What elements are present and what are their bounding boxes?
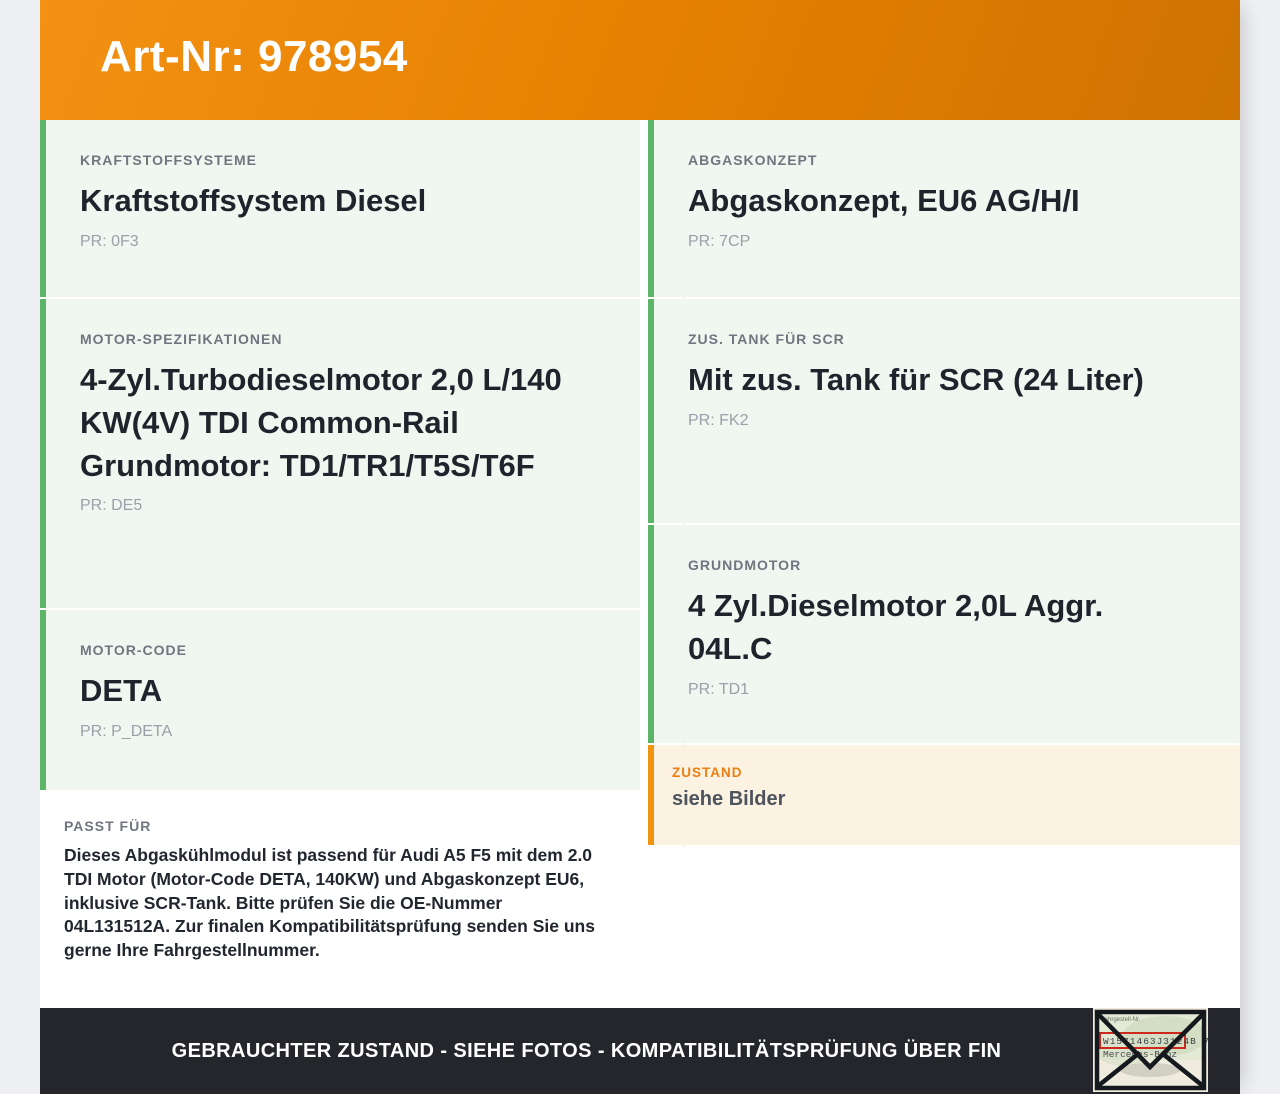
spec-card-motor-spezifikationen: MOTOR-SPEZIFIKATIONEN 4-Zyl.Turbodieselm… <box>40 299 640 608</box>
card-label: GRUNDMOTOR <box>688 557 802 573</box>
page-title: Art-Nr: 978954 <box>100 32 408 81</box>
card-heading: 4-Zyl.Turbodieselmotor 2,0 L/140 KW(4V) … <box>80 362 562 483</box>
card-label: ZUSTAND <box>672 765 743 780</box>
zustand-value: siehe Bilder <box>672 788 786 810</box>
footer-banner: GEBRAUCHTER ZUSTAND - SIEHE FOTOS - KOMP… <box>40 1008 1240 1094</box>
spec-card-motor-code: MOTOR-CODE DETA PR: P_DETA <box>40 610 640 790</box>
card-label: ZUS. TANK FÜR SCR <box>688 331 845 347</box>
card-pr-code: PR: FK2 <box>688 411 749 429</box>
card-heading: DETA <box>80 673 163 708</box>
envelope-icon: Fahrgestell-Nr. W1571463J3124B 7 Mercede… <box>1093 1008 1208 1092</box>
card-heading: 4 Zyl.Dieselmotor 2,0L Aggr. 04L.C <box>688 588 1104 666</box>
card-label: ABGASKONZEPT <box>688 152 818 168</box>
right-column: ABGASKONZEPT Abgaskonzept, EU6 AG/H/I PR… <box>648 120 1240 1008</box>
zustand-card: ZUSTAND siehe Bilder <box>648 745 1240 845</box>
compatibility-description: Dieses Abgaskühlmodul ist passend für Au… <box>64 845 595 961</box>
card-heading: Kraftstoffsystem Diesel <box>80 183 427 218</box>
card-heading: Mit zus. Tank für SCR (24 Liter) <box>688 362 1144 397</box>
card-pr-code: PR: P_DETA <box>80 722 173 740</box>
card-label: MOTOR-SPEZIFIKATIONEN <box>80 331 283 347</box>
spec-card-scr-tank: ZUS. TANK FÜR SCR Mit zus. Tank für SCR … <box>648 299 1240 523</box>
card-label: MOTOR-CODE <box>80 642 187 658</box>
spec-card-grundmotor: GRUNDMOTOR 4 Zyl.Dieselmotor 2,0L Aggr. … <box>648 525 1240 743</box>
card-heading: Abgaskonzept, EU6 AG/H/I <box>688 183 1080 218</box>
right-column-filler <box>648 847 1240 1008</box>
card-label: PASST FÜR <box>64 818 152 834</box>
card-pr-code: PR: TD1 <box>688 680 750 698</box>
registration-document-thumbnail: Fahrgestell-Nr. W1571463J3124B 7 Mercede… <box>1093 1008 1208 1092</box>
spec-grid: KRAFTSTOFFSYSTEME Kraftstoffsystem Diese… <box>40 120 1240 1008</box>
spec-card-abgaskonzept: ABGASKONZEPT Abgaskonzept, EU6 AG/H/I PR… <box>648 120 1240 297</box>
passt-fuer-card: PASST FÜR Dieses Abgaskühlmodul ist pass… <box>40 792 640 1008</box>
card-pr-code: PR: DE5 <box>80 497 143 515</box>
left-column: KRAFTSTOFFSYSTEME Kraftstoffsystem Diese… <box>40 120 640 1008</box>
footer-text: GEBRAUCHTER ZUSTAND - SIEHE FOTOS - KOMP… <box>171 1039 1002 1062</box>
listing-page: Art-Nr: 978954 KRAFTSTOFFSYSTEME Kraftst… <box>40 0 1240 1094</box>
header-banner: Art-Nr: 978954 <box>40 0 1240 120</box>
card-pr-code: PR: 0F3 <box>80 232 139 250</box>
card-label: KRAFTSTOFFSYSTEME <box>80 152 257 168</box>
card-pr-code: PR: 7CP <box>688 232 751 250</box>
spec-card-kraftstoffsysteme: KRAFTSTOFFSYSTEME Kraftstoffsystem Diese… <box>40 120 640 297</box>
